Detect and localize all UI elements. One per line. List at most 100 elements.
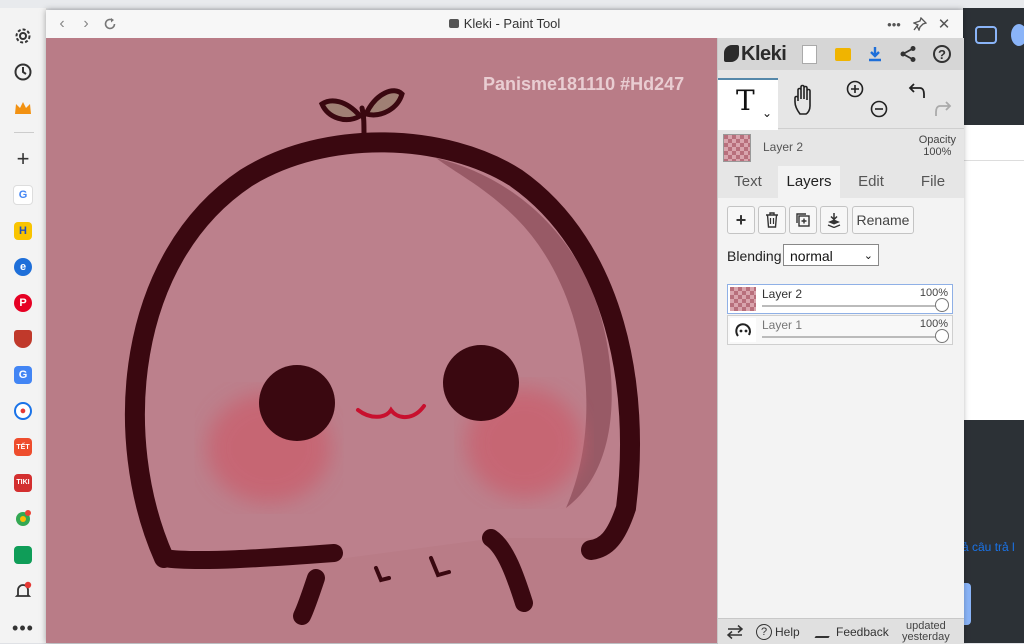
more-options-icon[interactable]: ••• bbox=[884, 14, 904, 34]
browser-sidebar: + G H e P G ● TẾT TIKI ••• bbox=[0, 8, 47, 643]
layer-opacity: 100% bbox=[919, 318, 948, 330]
tab-file[interactable]: File bbox=[902, 166, 964, 198]
text-tool-button[interactable]: T ⌄ bbox=[718, 78, 778, 130]
feedback-link-label: Feedback bbox=[836, 624, 889, 639]
background-page-button[interactable] bbox=[963, 583, 971, 625]
mark-right bbox=[429, 556, 451, 578]
google-icon-label: G bbox=[13, 185, 33, 205]
history-icon[interactable] bbox=[11, 60, 35, 84]
redo-icon[interactable] bbox=[932, 100, 952, 123]
translate-icon[interactable]: G bbox=[11, 363, 35, 387]
tiki-icon[interactable]: TIKI bbox=[11, 471, 35, 495]
layer-item-layer-2[interactable]: Layer 2 100% bbox=[727, 284, 953, 314]
lock-icon bbox=[448, 19, 459, 28]
shopee-icon[interactable]: TẾT bbox=[11, 435, 35, 459]
duplicate-icon bbox=[796, 213, 810, 227]
tab-layers[interactable]: Layers bbox=[778, 166, 840, 198]
left-foot bbox=[293, 569, 325, 625]
blending-select[interactable]: normal ⌄ bbox=[783, 244, 879, 266]
panel-footer: ? Help Feedback updated yesterday bbox=[718, 618, 964, 644]
help-link[interactable]: ? Help bbox=[756, 619, 800, 644]
close-icon[interactable]: ✕ bbox=[934, 14, 954, 34]
plus-icon: + bbox=[735, 209, 747, 230]
rename-layer-button[interactable]: Rename bbox=[852, 206, 914, 234]
slider-handle[interactable] bbox=[935, 298, 949, 312]
new-image-icon[interactable] bbox=[798, 43, 820, 65]
open-folder-icon[interactable] bbox=[832, 43, 854, 65]
layer-opacity: 100% bbox=[919, 287, 948, 299]
window-titlebar: ‹ › Kleki - Paint Tool ••• ✕ bbox=[46, 10, 963, 39]
trash-icon bbox=[766, 212, 778, 228]
sidebar-divider bbox=[14, 132, 34, 133]
right-foot bbox=[482, 529, 533, 612]
pin-icon[interactable] bbox=[910, 14, 930, 34]
layer-name: Layer 2 bbox=[762, 287, 803, 301]
zoom-out-icon[interactable] bbox=[870, 100, 888, 123]
opacity-readout: Opacity 100% bbox=[919, 134, 956, 158]
h-app-icon[interactable]: H bbox=[11, 219, 35, 243]
undo-icon[interactable] bbox=[908, 82, 928, 105]
opacity-value: 100% bbox=[923, 146, 952, 158]
feedback-icon bbox=[814, 625, 836, 638]
layer-thumbnail bbox=[730, 287, 756, 311]
maps-icon[interactable] bbox=[11, 507, 35, 531]
crown-icon[interactable] bbox=[11, 96, 35, 120]
kleki-panel: Kleki ? T ⌄ Layer 2 Opacity 100% Text La… bbox=[717, 38, 964, 644]
kleki-logo-text: Kleki bbox=[741, 43, 787, 65]
delete-layer-button[interactable] bbox=[758, 206, 786, 234]
tab-text[interactable]: Text bbox=[718, 166, 778, 198]
merge-layer-button[interactable] bbox=[820, 206, 848, 234]
layer-name: Layer 1 bbox=[762, 318, 803, 332]
window-title-text: Kleki - Paint Tool bbox=[463, 16, 561, 31]
updated-info[interactable]: updated yesterday bbox=[902, 619, 950, 644]
right-eye bbox=[443, 345, 519, 421]
updated-label: updated bbox=[905, 619, 946, 632]
bell-icon[interactable] bbox=[11, 579, 35, 603]
more-icon[interactable]: ••• bbox=[11, 616, 35, 640]
gear-icon[interactable] bbox=[11, 24, 35, 48]
zoom-in-icon[interactable] bbox=[846, 80, 864, 103]
hand-tool-icon[interactable] bbox=[792, 84, 822, 123]
current-layer-thumbnail[interactable] bbox=[723, 134, 751, 162]
game-icon[interactable]: ● bbox=[11, 399, 35, 423]
panel-header: Kleki ? bbox=[718, 38, 964, 71]
chat-icon[interactable] bbox=[975, 26, 997, 44]
duplicate-layer-button[interactable] bbox=[789, 206, 817, 234]
tool-row: T ⌄ bbox=[718, 70, 964, 130]
updated-when: yesterday bbox=[902, 630, 950, 643]
download-icon[interactable] bbox=[864, 43, 886, 65]
browser-tab-strip bbox=[0, 0, 1024, 8]
pinterest-icon[interactable]: P bbox=[11, 291, 35, 315]
chevron-down-icon[interactable]: ⌄ bbox=[762, 106, 772, 120]
add-layer-button[interactable]: + bbox=[727, 206, 755, 234]
chevron-down-icon: ⌄ bbox=[863, 250, 873, 262]
layer-opacity-slider[interactable] bbox=[762, 298, 949, 312]
kleki-logo-icon bbox=[724, 45, 739, 62]
sprout-stem bbox=[359, 105, 367, 141]
shield-app-icon[interactable] bbox=[11, 327, 35, 351]
sprout-leaf-right bbox=[362, 88, 405, 118]
background-page-text: ả câu trả l bbox=[962, 540, 1015, 554]
background-page-divider bbox=[963, 160, 1024, 161]
layer-item-layer-1[interactable]: Layer 1 100% bbox=[727, 315, 953, 345]
help-link-label: Help bbox=[775, 624, 800, 639]
text-tool-icon: T bbox=[736, 84, 755, 117]
help-icon[interactable]: ? bbox=[931, 43, 953, 65]
swap-side-icon[interactable] bbox=[726, 619, 744, 644]
feedback-link[interactable]: Feedback bbox=[814, 619, 889, 644]
tab-edit[interactable]: Edit bbox=[840, 166, 902, 198]
canvas-watermark: Panisme181110 #Hd247 bbox=[483, 74, 685, 94]
drawing-canvas[interactable]: Panisme181110 #Hd247 bbox=[46, 38, 717, 643]
google-icon[interactable]: G bbox=[11, 183, 35, 207]
current-layer-name: Layer 2 bbox=[763, 140, 804, 154]
bottom-left-outline bbox=[155, 544, 343, 570]
share-icon[interactable] bbox=[897, 43, 919, 65]
sprout-leaf-left bbox=[318, 98, 364, 122]
edge-app-icon[interactable]: e bbox=[11, 255, 35, 279]
kleki-logo[interactable]: Kleki bbox=[724, 43, 787, 66]
sheets-icon[interactable] bbox=[11, 543, 35, 567]
layer-opacity-slider[interactable] bbox=[762, 329, 949, 343]
slider-handle[interactable] bbox=[935, 329, 949, 343]
avatar[interactable] bbox=[1011, 24, 1024, 46]
plus-icon[interactable]: + bbox=[11, 146, 35, 171]
